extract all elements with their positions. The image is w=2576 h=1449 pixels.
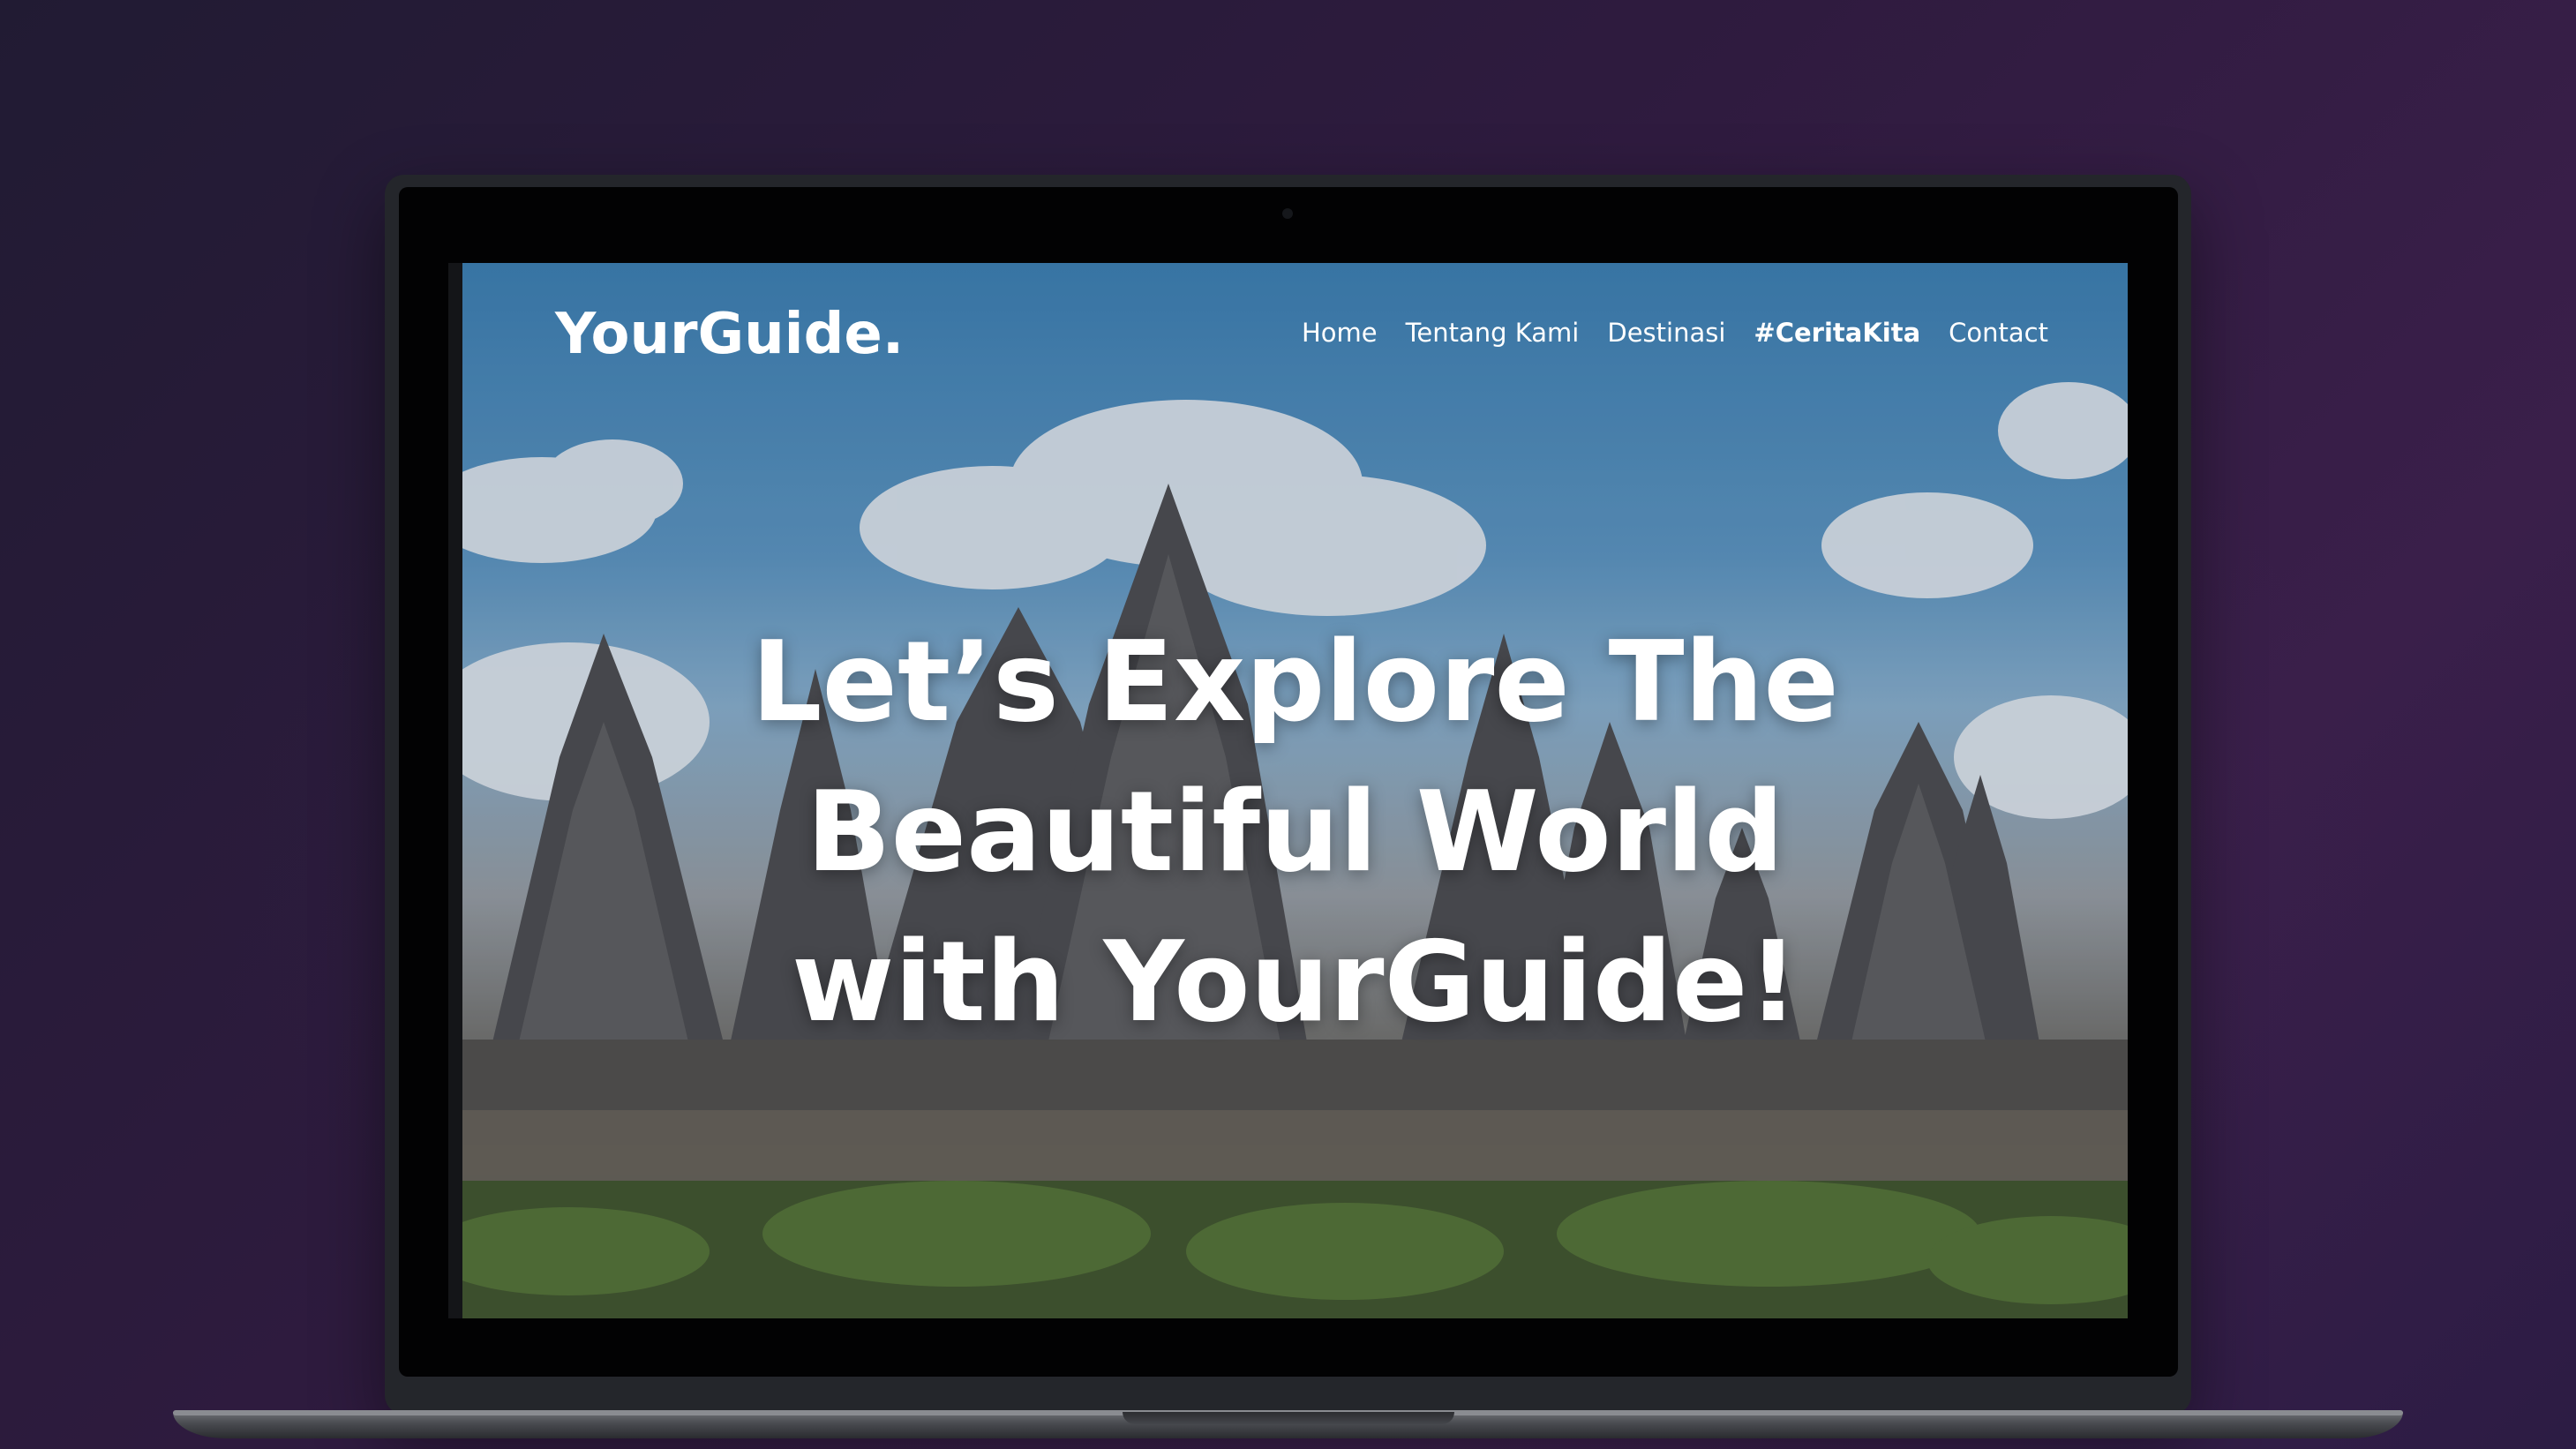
site-navbar: YourGuide. Home Tentang Kami Destinasi #… xyxy=(462,263,2128,413)
nav-item-ceritakita[interactable]: #CeritaKita xyxy=(1754,318,1920,348)
headline-line-3: with YourGuide! xyxy=(792,917,1799,1047)
laptop-opening-notch xyxy=(1123,1412,1454,1424)
screen-edge xyxy=(448,263,462,1318)
headline-line-2: Beautiful World xyxy=(806,767,1784,897)
headline-line-1: Let’s Explore The xyxy=(751,617,1839,747)
webcam-icon xyxy=(1282,208,1293,219)
nav-menu: Home Tentang Kami Destinasi #CeritaKita … xyxy=(1302,318,2048,348)
site-logo[interactable]: YourGuide. xyxy=(555,302,904,367)
hero-headline: Let’s Explore The Beautiful World with Y… xyxy=(462,607,2128,1057)
laptop-screen: YourGuide. Home Tentang Kami Destinasi #… xyxy=(462,263,2128,1318)
nav-item-tentang-kami[interactable]: Tentang Kami xyxy=(1406,318,1580,348)
nav-item-home[interactable]: Home xyxy=(1302,318,1378,348)
nav-item-contact[interactable]: Contact xyxy=(1949,318,2048,348)
nav-item-destinasi[interactable]: Destinasi xyxy=(1607,318,1725,348)
